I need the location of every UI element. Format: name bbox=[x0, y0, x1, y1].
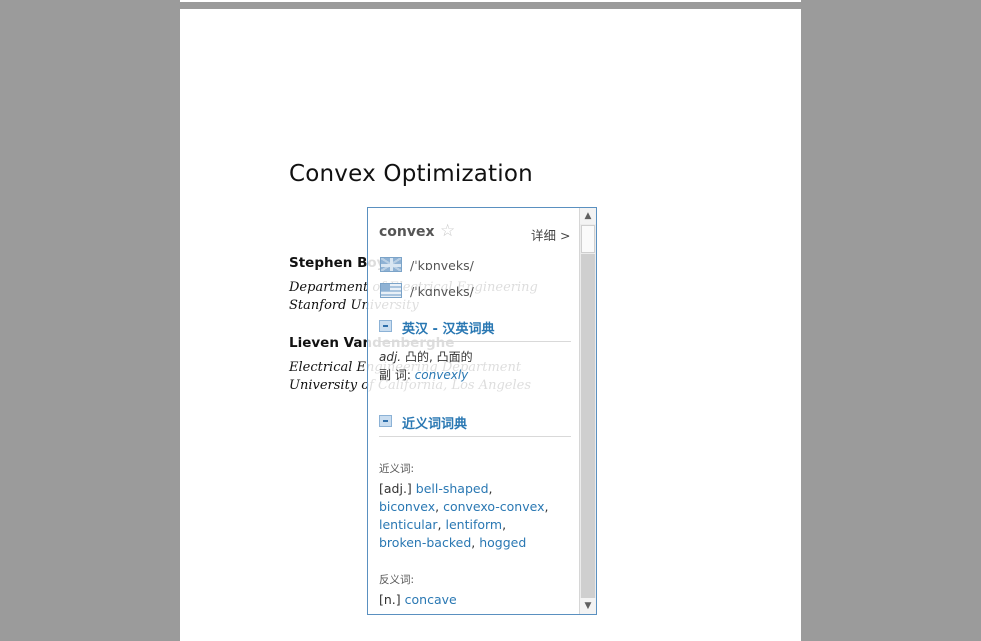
synonym-link[interactable]: lenticular bbox=[379, 517, 438, 532]
scrollbar-track[interactable] bbox=[581, 254, 595, 598]
star-icon[interactable]: ☆ bbox=[440, 222, 455, 240]
section-title: 英汉 - 汉英词典 bbox=[402, 322, 495, 337]
synonym-link[interactable]: convexo-convex bbox=[443, 499, 544, 514]
scroll-up-arrow-icon[interactable]: ▲ bbox=[580, 208, 596, 224]
phonetic-uk: /ˈkɒnveks/ bbox=[410, 258, 474, 273]
section-header-synonyms[interactable]: 近义词词典 bbox=[379, 414, 571, 437]
synonym-link[interactable]: bell-shaped bbox=[416, 481, 489, 496]
antonym-link[interactable]: concave bbox=[405, 592, 457, 607]
derived-line: 副 词: convexly bbox=[379, 366, 468, 383]
us-flag-icon[interactable] bbox=[380, 283, 402, 298]
popup-scrollbar[interactable]: ▲ ▼ bbox=[579, 208, 596, 614]
synonyms-list: [adj.] bell-shaped, biconvex, convexo-co… bbox=[379, 481, 549, 550]
section-header-en-cn[interactable]: 英汉 - 汉英词典 bbox=[379, 319, 571, 342]
synonym-link[interactable]: lentiform bbox=[445, 517, 502, 532]
part-of-speech: adj. bbox=[379, 350, 402, 364]
scrollbar-thumb[interactable] bbox=[581, 225, 595, 253]
derived-label: 副 词: bbox=[379, 368, 411, 382]
collapse-minus-icon[interactable] bbox=[379, 415, 392, 427]
previous-page-edge bbox=[180, 0, 801, 2]
phonetic-us: /ˈkɑnveks/ bbox=[410, 284, 474, 299]
antonyms-label: 反义词: bbox=[379, 574, 415, 586]
derived-word-link[interactable]: convexly bbox=[415, 368, 469, 382]
dictionary-popup[interactable]: convex ☆ 详细 > /ˈkɒnveks/ /ˈkɑnveks/ 英汉 -… bbox=[367, 207, 597, 615]
synonyms-label: 近义词: bbox=[379, 463, 415, 475]
dictionary-content: convex ☆ 详细 > /ˈkɒnveks/ /ˈkɑnveks/ 英汉 -… bbox=[368, 208, 580, 614]
detail-link[interactable]: 详细 > bbox=[531, 225, 570, 244]
uk-flag-icon[interactable] bbox=[380, 257, 402, 272]
scroll-down-arrow-icon[interactable]: ▼ bbox=[580, 598, 596, 614]
collapse-minus-icon[interactable] bbox=[379, 320, 392, 332]
antonyms-pos: [n.] bbox=[379, 592, 401, 607]
synonym-link[interactable]: biconvex bbox=[379, 499, 435, 514]
headword: convex bbox=[379, 224, 435, 240]
definition-text: 凸的, 凸面的 bbox=[404, 350, 473, 364]
document-title: Convex Optimization bbox=[289, 161, 533, 187]
section-title: 近义词词典 bbox=[402, 417, 468, 432]
definition-line: adj. 凸的, 凸面的 bbox=[379, 348, 473, 365]
antonyms-list: [n.] concave bbox=[379, 591, 549, 609]
synonyms-pos: [adj.] bbox=[379, 481, 412, 496]
synonym-link[interactable]: hogged bbox=[479, 535, 526, 550]
synonym-link[interactable]: broken-backed bbox=[379, 535, 471, 550]
